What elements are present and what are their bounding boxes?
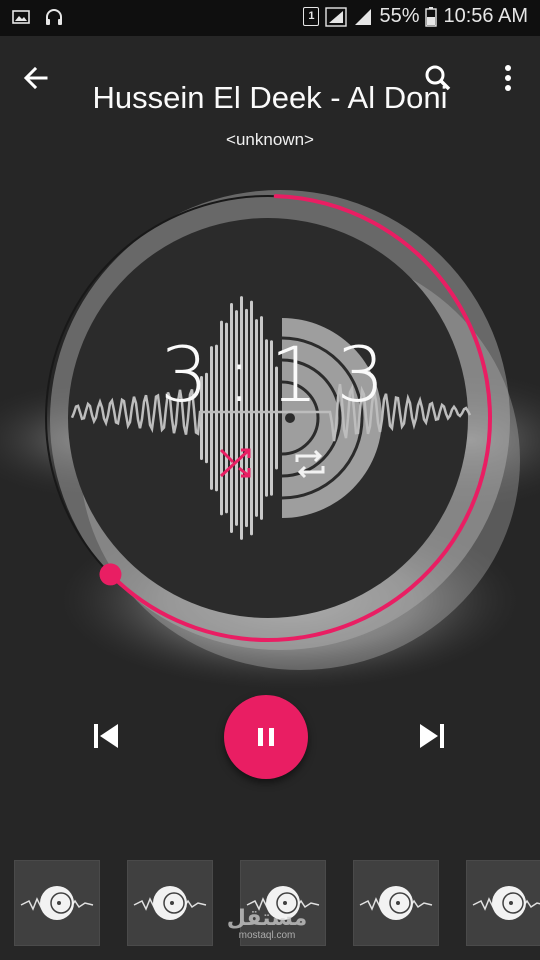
next-button[interactable] — [410, 714, 454, 758]
track-title: Hussein El Deek - Al Doni — [92, 80, 448, 115]
track-artist: <unknown> — [226, 130, 314, 149]
repeat-button[interactable] — [288, 444, 332, 484]
skip-next-icon — [420, 724, 444, 748]
seek-thumb[interactable] — [99, 563, 122, 586]
battery-icon — [425, 6, 438, 27]
gallery-icon — [12, 10, 30, 24]
clock: 10:56 AM — [443, 5, 528, 27]
vinyl-wave-icon — [472, 886, 540, 920]
queue-item[interactable] — [14, 860, 100, 946]
arrow-left-icon — [23, 66, 48, 90]
status-bar: 1 55% 10:56 AM — [0, 0, 540, 36]
queue-item[interactable] — [127, 860, 213, 946]
skip-previous-icon — [94, 724, 118, 748]
watermark-arabic: مستقل — [226, 905, 308, 930]
watermark: مستقل mostaql.com — [226, 906, 308, 942]
pause-icon — [258, 728, 274, 746]
shuffle-button[interactable] — [214, 442, 258, 482]
overflow-menu-button[interactable] — [486, 56, 530, 100]
battery-percent: 55% — [379, 5, 420, 27]
signal-icon — [355, 8, 372, 25]
previous-button[interactable] — [84, 714, 128, 758]
sim-icon: 1 — [303, 7, 320, 26]
shuffle-icon — [219, 448, 251, 478]
queue-item[interactable] — [466, 860, 540, 946]
more-vert-icon — [505, 65, 511, 91]
repeat-icon — [295, 449, 325, 479]
vinyl-wave-icon — [359, 886, 433, 920]
visualizer — [0, 190, 540, 690]
play-pause-button[interactable] — [224, 695, 308, 779]
vinyl-wave-icon — [133, 886, 207, 920]
vinyl-wave-icon — [20, 886, 94, 920]
headphones-icon — [46, 9, 62, 25]
back-button[interactable] — [14, 56, 58, 100]
time-display: 3:13 — [160, 330, 403, 419]
signal-icon — [325, 6, 348, 27]
queue-item[interactable] — [353, 860, 439, 946]
watermark-latin: mostaql.com — [238, 930, 296, 941]
